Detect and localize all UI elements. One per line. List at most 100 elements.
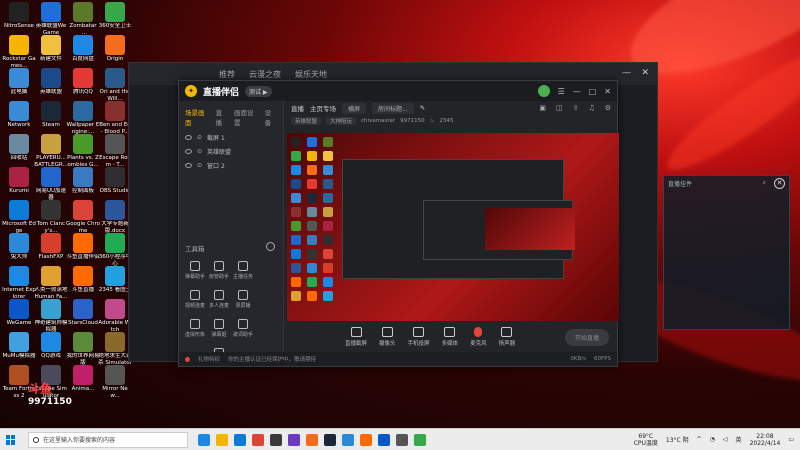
- desktop-icon[interactable]: Origin: [98, 35, 132, 63]
- settings-icon[interactable]: ⚙: [605, 104, 611, 112]
- desktop-icon[interactable]: 英雄联盟: [34, 68, 68, 96]
- chevron-up-icon[interactable]: ^: [697, 436, 702, 443]
- desktop-icon[interactable]: StarsCloud: [66, 299, 100, 327]
- volume-icon[interactable]: ◁: [723, 436, 728, 443]
- close-icon[interactable]: ✕: [641, 68, 649, 78]
- version-badge[interactable]: 测试 ▶: [245, 85, 272, 97]
- clock[interactable]: 22:08 2022/4/14: [750, 433, 781, 447]
- taskbar-app-icon[interactable]: [216, 433, 228, 446]
- desktop-icon[interactable]: 斗鱼直播伴侣: [66, 233, 100, 261]
- avatar[interactable]: [537, 85, 550, 97]
- desktop-icon[interactable]: Microsoft Edge: [2, 200, 36, 234]
- lock-icon[interactable]: ⊙: [197, 134, 202, 141]
- eye-icon[interactable]: [185, 162, 192, 168]
- desktop-icon[interactable]: 回收站: [2, 134, 36, 162]
- eye-icon[interactable]: [185, 148, 192, 154]
- desktop-icon[interactable]: 百度网盘: [66, 35, 100, 63]
- tag[interactable]: 大神陪玩: [326, 117, 357, 125]
- scene-item[interactable]: ⊙ 英雄联盟: [179, 144, 283, 158]
- menu-icon[interactable]: ☰: [558, 87, 565, 96]
- ime-indicator[interactable]: 英: [736, 435, 742, 444]
- desktop-icon[interactable]: Escape Room - T...: [98, 134, 132, 168]
- phone-cast-button[interactable]: 手机投屏: [408, 327, 430, 347]
- desktop-icon[interactable]: Steam: [34, 101, 68, 129]
- streaming-app-window[interactable]: ✦ 直播伴侣 测试 ▶ ☰ — □ ✕ 场景画面 直播 画面设置 设备 ⊙ 截屏…: [178, 80, 619, 367]
- desktop-icon[interactable]: 网易UU加速器: [34, 167, 68, 201]
- close-icon[interactable]: ✕: [774, 177, 785, 189]
- desktop-icon[interactable]: OBS Studio: [98, 167, 132, 195]
- desktop-icon[interactable]: 控制面板: [66, 167, 100, 195]
- desktop-icon[interactable]: 新建文件: [34, 35, 68, 63]
- stream-preview[interactable]: [287, 133, 619, 321]
- desktop-icon[interactable]: QQ游戏: [34, 332, 68, 360]
- gear-icon[interactable]: [266, 242, 275, 251]
- desktop-icon[interactable]: PLAYERU... BATTLEGR...: [34, 134, 68, 168]
- desktop-icon[interactable]: Network: [2, 101, 36, 129]
- weather[interactable]: 13°C 阴: [666, 435, 689, 444]
- taskbar-app-icon[interactable]: [414, 433, 426, 446]
- desktop-icon[interactable]: 兔大师: [2, 233, 36, 261]
- desktop-icon[interactable]: NitroSense: [2, 2, 36, 30]
- toolbox-tool[interactable]: 视频连麦: [183, 290, 207, 309]
- lock-icon[interactable]: ⊙: [197, 148, 202, 155]
- microphone-button[interactable]: 麦克风: [470, 327, 487, 347]
- desktop-icon[interactable]: 斗鱼直播: [66, 266, 100, 294]
- desktop-icon[interactable]: Rockstar Games...: [2, 35, 36, 69]
- taskbar-app-icon[interactable]: [288, 433, 300, 446]
- screenshot-button[interactable]: 直播截屏: [345, 327, 367, 347]
- toolbox-tool[interactable]: 多人连麦: [207, 290, 231, 309]
- gift-icon[interactable]: ▣: [539, 104, 546, 112]
- desktop-icon[interactable]: 360安全卫士: [98, 2, 132, 30]
- desktop-icon[interactable]: WeGame: [2, 299, 36, 327]
- tag[interactable]: 英雄联盟: [291, 117, 322, 125]
- desktop-icon[interactable]: 此电脑: [2, 68, 36, 96]
- desktop-icon[interactable]: 我的世界网易版: [66, 332, 100, 366]
- toolbox-tool[interactable]: 歌词助手: [231, 319, 255, 338]
- close-icon[interactable]: ✕: [604, 87, 611, 96]
- taskbar-app-icon[interactable]: [378, 433, 390, 446]
- minimize-icon[interactable]: —: [622, 68, 631, 78]
- toolbox-tool[interactable]: 录屏播: [231, 290, 255, 309]
- start-stream-button[interactable]: 开始直播: [564, 328, 609, 346]
- tab-scenes[interactable]: 场景画面: [185, 107, 210, 127]
- speaker-button[interactable]: 扬声器: [499, 327, 515, 347]
- desktop-icon[interactable]: Wallpaper Engine:...: [66, 101, 100, 135]
- taskbar-search[interactable]: 在这里输入你要搜索的内容: [28, 431, 188, 448]
- taskbar-app-icon[interactable]: [306, 433, 318, 446]
- desktop-icon[interactable]: Kurumi: [2, 167, 36, 195]
- minimize-icon[interactable]: —: [573, 87, 581, 96]
- taskbar-app-icon[interactable]: [396, 433, 408, 446]
- bg-tab[interactable]: 推荐: [219, 69, 235, 80]
- search-icon[interactable]: ⌕: [763, 179, 766, 187]
- desktop-icon[interactable]: FlashFXP: [34, 233, 68, 261]
- desktop-icon[interactable]: 绝地求生大逃杀 Simulator: [98, 332, 132, 366]
- desktop-icon[interactable]: Internet Explorer: [2, 266, 36, 300]
- cpu-temperature[interactable]: 69°C CPU温度: [634, 433, 658, 447]
- scene-item[interactable]: ⊙ 窗口 2: [179, 158, 283, 172]
- toolbox-tool[interactable]: 房管助手: [207, 261, 231, 280]
- room-title-input[interactable]: 房间标题...: [372, 102, 414, 114]
- desktop-icon[interactable]: Adorable Witch: [98, 299, 132, 333]
- media-button[interactable]: 多媒体: [442, 327, 458, 347]
- bg-tab[interactable]: 云漫之夜: [249, 69, 281, 80]
- toolbox-tool[interactable]: 主播任务: [231, 261, 255, 280]
- network-icon[interactable]: ◔: [710, 436, 715, 443]
- taskbar-app-icon[interactable]: [342, 433, 354, 446]
- start-button[interactable]: [0, 429, 22, 450]
- taskbar-app-icon[interactable]: [360, 433, 372, 446]
- room-category[interactable]: 主页专场: [310, 103, 336, 113]
- desktop-icon[interactable]: Plants vs. Zombies G...: [66, 134, 100, 168]
- desktop-icon[interactable]: 人类一败涂地 Human Fa...: [34, 266, 68, 300]
- toolbox-tool[interactable]: 弹幕助手: [183, 261, 207, 280]
- toolbox-tool[interactable]: 弹幕姬: [207, 319, 231, 338]
- taskbar-app-icon[interactable]: [324, 433, 336, 446]
- desktop-icon[interactable]: 腾讯QQ: [66, 68, 100, 96]
- desktop-icon[interactable]: Tom Clancy's...: [34, 200, 68, 234]
- notification-icon[interactable]: ▭: [788, 436, 794, 443]
- app-titlebar[interactable]: ✦ 直播伴侣 测试 ▶ ☰ — □ ✕: [179, 81, 617, 101]
- desktop-icon[interactable]: Google Chrome: [66, 200, 100, 234]
- chat-icon[interactable]: ◫: [556, 104, 563, 112]
- status-text[interactable]: 礼物特权: [198, 355, 220, 363]
- taskbar-app-icon[interactable]: [252, 433, 264, 446]
- desktop-icon[interactable]: 2345 看图王: [98, 266, 132, 294]
